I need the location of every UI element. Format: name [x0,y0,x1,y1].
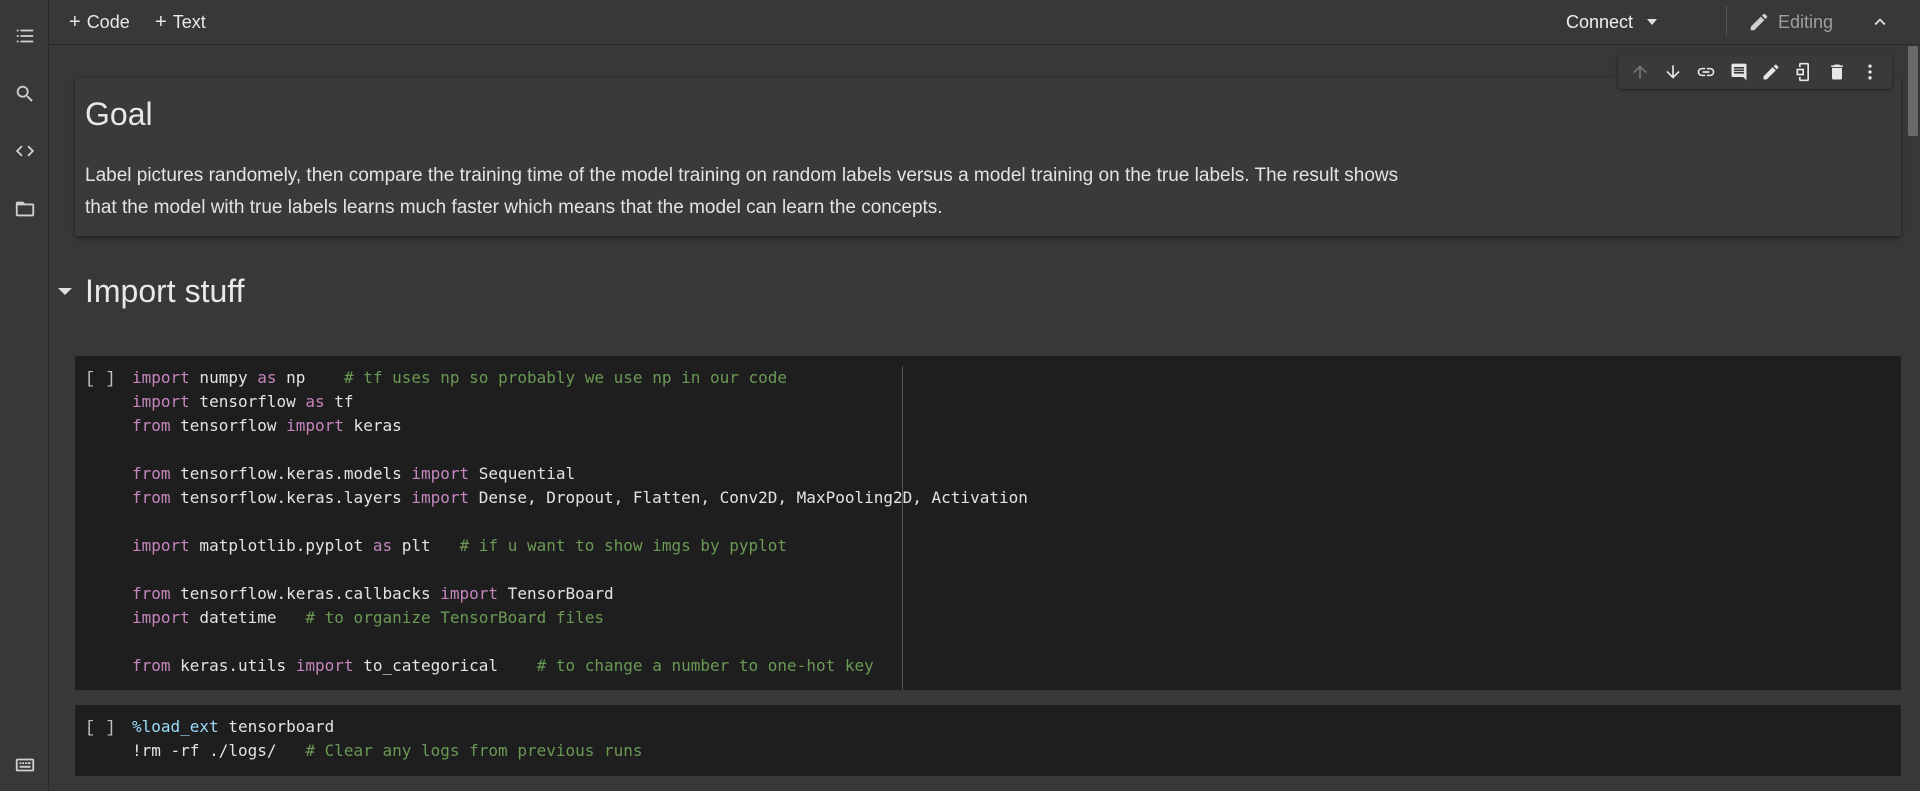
code-keyword: import [286,416,344,435]
code-cell[interactable]: [ ] %load_ext tensorboard !rm -rf ./logs… [75,705,1901,776]
comment-icon[interactable] [1727,60,1751,84]
chevron-down-icon[interactable] [1647,19,1658,25]
chevron-up-icon[interactable] [1868,10,1892,34]
code-keyword: import [132,608,190,627]
code-keyword: import [411,488,470,507]
plus-icon: + [69,10,81,33]
delete-icon[interactable] [1825,60,1849,84]
code-text: Sequential [469,464,576,483]
toolbar-divider [1726,6,1727,36]
code-text: plt [392,536,460,555]
left-sidebar [0,0,49,791]
code-text: datetime [189,608,306,627]
move-up-icon[interactable] [1628,60,1652,84]
code-cell[interactable]: [ ] import numpy as np # tf uses np so p… [75,356,1901,690]
cell-toolbar [1618,55,1892,89]
table-of-contents-icon[interactable] [12,23,38,49]
code-text: tf [324,392,354,411]
code-line: from tensorflow.keras.layers import Dens… [132,488,1028,507]
line-length-ruler [902,366,903,690]
code-keyword: as [372,536,393,555]
plus-icon: + [155,10,167,33]
connect-button[interactable]: Connect [1566,8,1658,36]
editing-mode-button[interactable]: Editing [1748,8,1833,36]
code-comment: # to organize TensorBoard files [305,608,605,627]
code-line: import matplotlib.pyplot as plt # if u w… [132,536,787,555]
run-cell-button[interactable]: [ ] [85,719,116,738]
code-keyword: from [132,416,171,435]
run-cell-button[interactable]: [ ] [85,370,116,389]
code-keyword: import [132,368,190,387]
code-line: from tensorflow.keras.models import Sequ… [132,464,575,483]
code-text: !rm -rf ./logs/ [132,741,306,760]
code-keyword: from [132,488,171,507]
code-comment: # tf uses np so probably we use np in ou… [343,368,788,387]
mirror-cell-icon[interactable] [1792,60,1816,84]
add-code-button[interactable]: + Code [69,8,130,36]
code-comment: # to change a number to one-hot key [536,656,874,675]
add-code-label: Code [86,11,130,32]
code-text: keras [343,416,402,435]
scrollbar-track[interactable] [1906,45,1920,791]
code-text: np [276,368,344,387]
code-text: tensorflow [189,392,306,411]
files-icon[interactable] [12,196,38,222]
code-text: tensorflow [170,416,287,435]
code-text: tensorflow.keras.callbacks [170,584,441,603]
code-keyword: import [132,536,190,555]
code-text: matplotlib.pyplot [189,536,373,555]
move-down-icon[interactable] [1661,60,1685,84]
terminal-icon[interactable] [12,752,38,778]
code-text: numpy [189,368,258,387]
link-icon[interactable] [1694,60,1718,84]
code-line: from keras.utils import to_categorical #… [132,656,874,675]
code-keyword: from [132,656,171,675]
code-text: tensorflow.keras.models [170,464,412,483]
code-line: import numpy as np # tf uses np so proba… [132,368,787,387]
pencil-icon [1750,13,1768,31]
code-snippets-icon[interactable] [12,138,38,164]
code-comment: # if u want to show imgs by pyplot [459,536,788,555]
code-editor[interactable]: %load_ext tensorboard !rm -rf ./logs/ # … [132,715,643,763]
scrollbar-thumb[interactable] [1908,46,1918,136]
edit-icon[interactable] [1759,60,1783,84]
connect-label: Connect [1566,11,1634,32]
add-text-label: Text [172,11,206,32]
editing-label: Editing [1778,11,1834,32]
code-line: from tensorflow.keras.callbacks import T… [132,584,614,603]
code-line: import tensorflow as tf [132,392,354,411]
code-magic: %load_ext [132,717,219,736]
section-heading: Import stuff [85,273,245,309]
code-keyword: import [295,656,354,675]
code-text: to_categorical [353,656,537,675]
add-text-button[interactable]: + Text [155,8,206,36]
code-line: %load_ext tensorboard [132,717,334,736]
code-keyword: import [411,464,470,483]
code-keyword: as [257,368,277,387]
code-text: Dense, Dropout, Flatten, Conv2D, MaxPool… [469,488,1028,507]
code-text: tensorflow.keras.layers [170,488,412,507]
code-keyword: import [440,584,499,603]
code-line: import datetime # to organize TensorBoar… [132,608,604,627]
goal-heading: Goal [85,96,153,132]
section-collapse-icon[interactable] [58,288,72,295]
code-keyword: as [305,392,325,411]
code-keyword: import [132,392,190,411]
code-text: TensorBoard [498,584,614,603]
code-editor[interactable]: import numpy as np # tf uses np so proba… [132,366,1028,678]
text-cell[interactable]: Goal Label pictures randomely, then comp… [75,78,1901,236]
code-line: from tensorflow import keras [132,416,402,435]
code-comment: # Clear any logs from previous runs [305,741,643,760]
code-line: !rm -rf ./logs/ # Clear any logs from pr… [132,741,643,760]
code-keyword: from [132,464,171,483]
code-text: keras.utils [170,656,296,675]
search-icon[interactable] [12,81,38,107]
more-icon[interactable] [1858,60,1882,84]
code-text: tensorboard [218,717,335,736]
goal-paragraph: Label pictures randomely, then compare t… [85,165,1399,218]
code-keyword: from [132,584,171,603]
